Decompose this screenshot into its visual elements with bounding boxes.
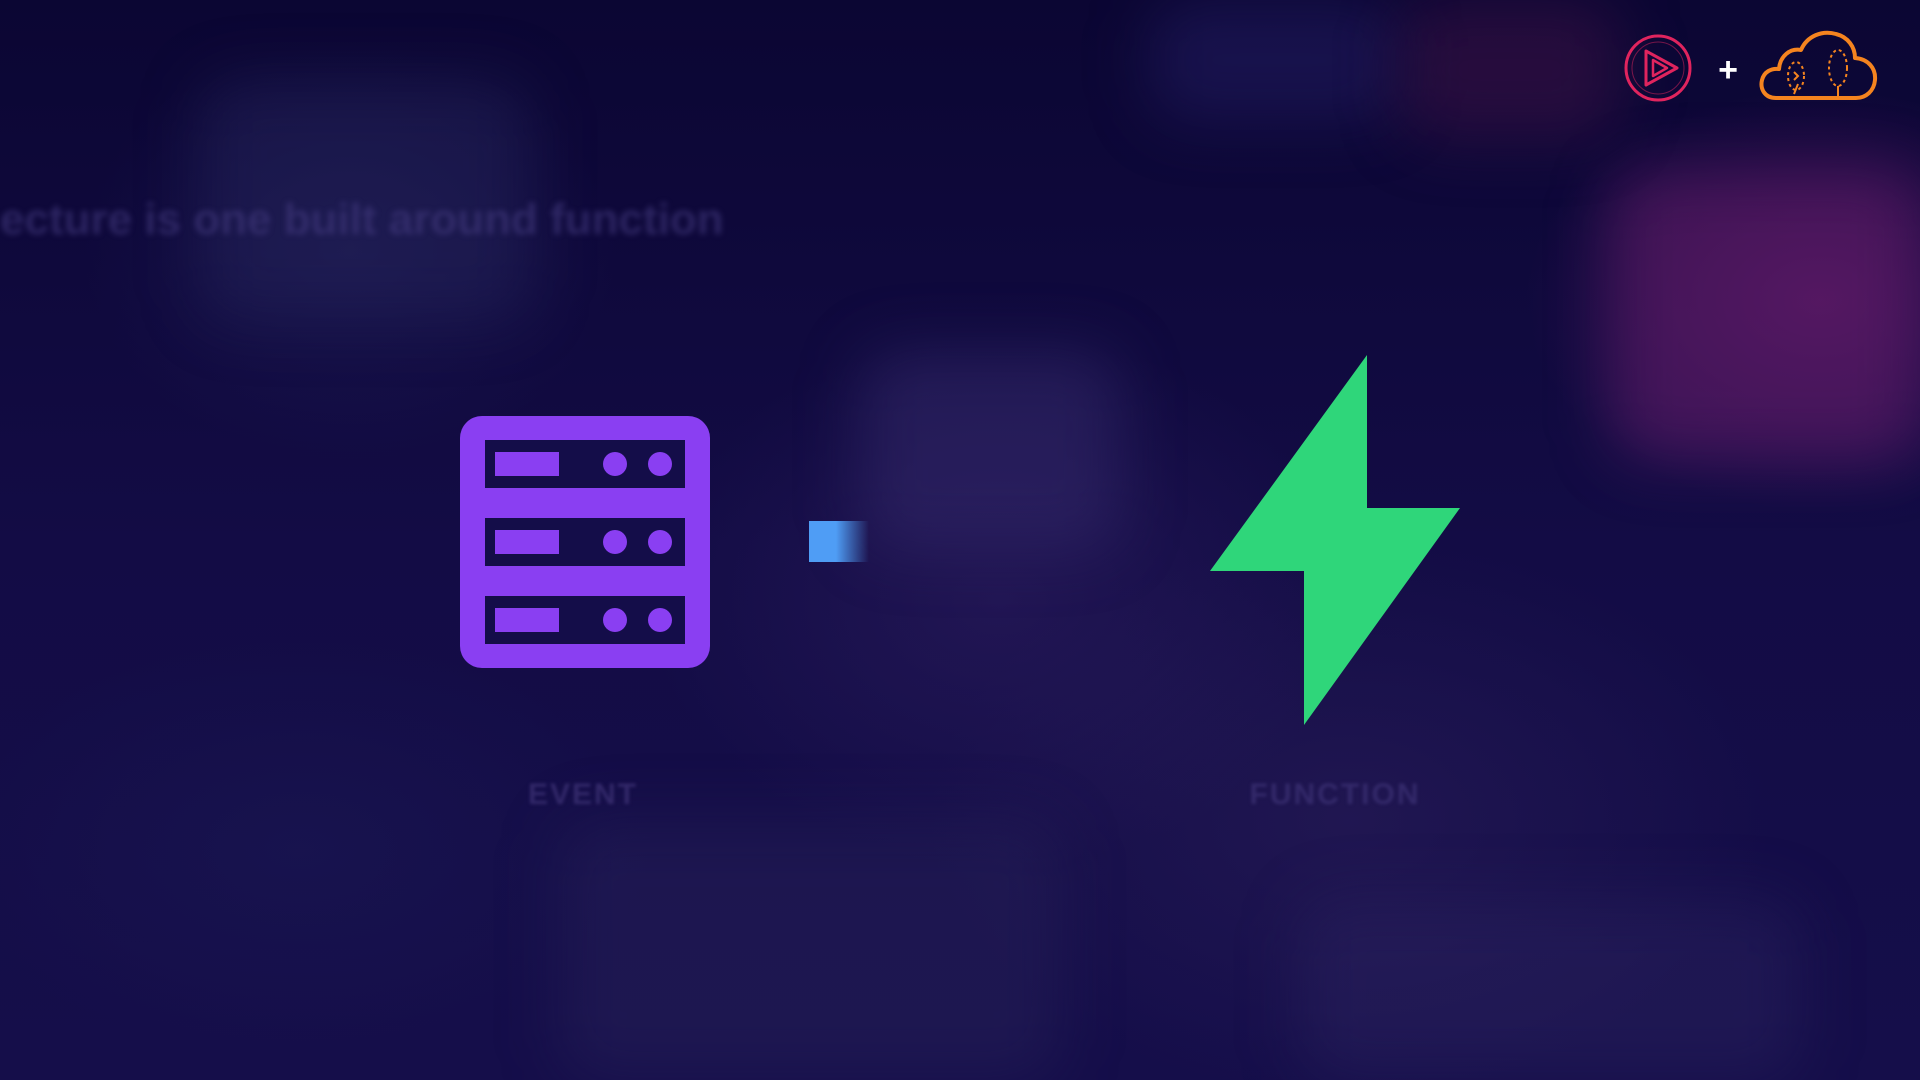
lightning-bolt-icon	[1210, 355, 1460, 725]
background-blur-shape	[1300, 900, 1800, 1080]
background-blur-shape	[1610, 170, 1920, 460]
slide-stage: ecture is one built around function EVEN…	[0, 0, 1920, 1080]
play-logo-icon	[1624, 34, 1692, 102]
background-blur-shape	[1150, 0, 1400, 120]
server-icon	[460, 416, 710, 668]
background-heading: ecture is one built around function	[0, 195, 724, 244]
background-blur-shape	[1400, 0, 1620, 140]
cloud-logo-icon	[1759, 30, 1878, 100]
plus-sign: +	[1718, 51, 1738, 89]
background-blur-shape	[860, 350, 1120, 550]
event-label: EVENT	[527, 778, 639, 811]
background-blur-shape	[560, 820, 1060, 1080]
function-label: FUNCTION	[1249, 778, 1421, 811]
connector-bar	[809, 521, 869, 562]
